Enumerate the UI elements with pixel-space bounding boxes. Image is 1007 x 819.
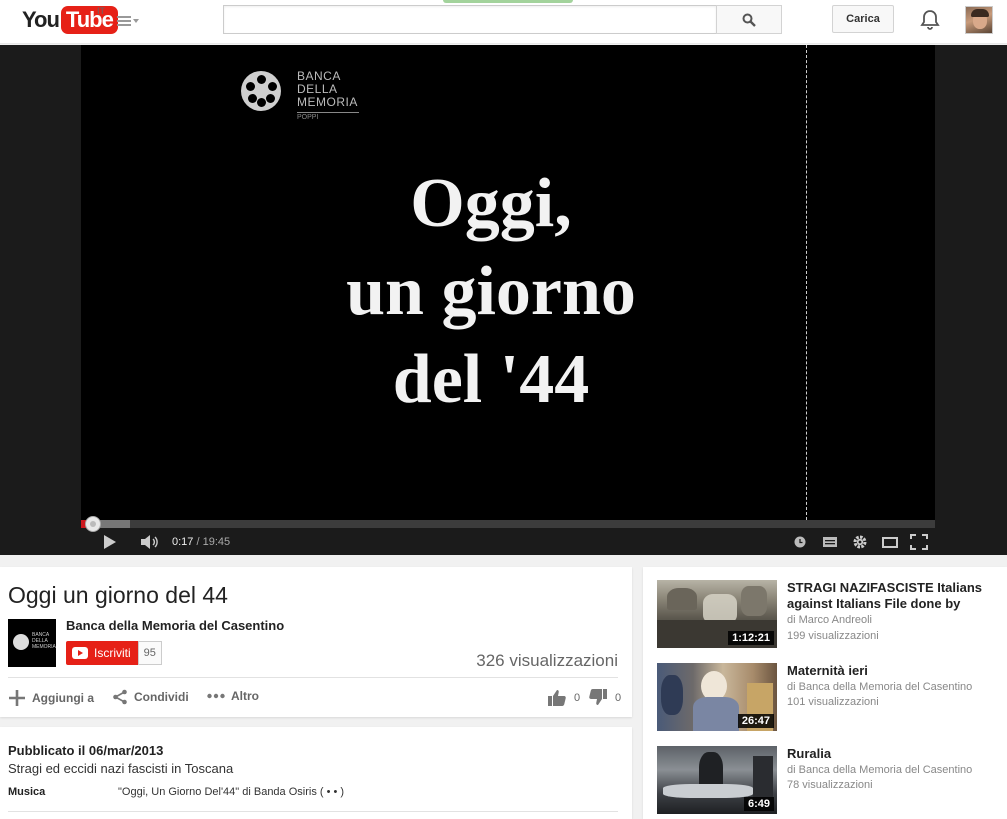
search-button[interactable] (716, 5, 782, 34)
dislike-button[interactable]: 0 (589, 689, 621, 706)
guide-menu-button[interactable] (117, 12, 143, 30)
masthead: You Tube IT Carica (0, 0, 1007, 44)
time-display: 0:17 / 19:45 (172, 536, 230, 548)
related-video-channel: di Banca della Memoria del Casentino (787, 681, 973, 693)
more-dots-icon (207, 693, 225, 699)
settings-button[interactable] (850, 532, 870, 552)
volume-button[interactable] (139, 532, 161, 552)
view-count: 326 visualizzazioni (476, 651, 618, 670)
film-reel-icon (13, 634, 29, 650)
more-button[interactable]: Altro (207, 689, 259, 703)
related-video-title: STRAGI NAZIFASCISTE Italians against Ita… (787, 580, 983, 611)
channel-name-link[interactable]: Banca della Memoria del Casentino (66, 618, 284, 633)
frame-divider-line (806, 45, 807, 520)
logo-tube: Tube (60, 6, 118, 34)
search-input[interactable] (224, 6, 716, 33)
video-frame[interactable]: BANCA DELLA MEMORIA POPPI Oggi, un giorn… (81, 45, 935, 520)
theater-mode-button[interactable] (880, 532, 900, 552)
dislike-count: 0 (615, 691, 622, 704)
thumbs-up-icon (548, 690, 566, 706)
subscriber-count: 95 (137, 641, 162, 665)
logo-text: BANCA DELLA MEMORIA (297, 69, 358, 109)
time-separator: / (193, 536, 203, 548)
related-videos: 1:12:21 STRAGI NAZIFASCISTE Italians aga… (643, 567, 1007, 819)
search-icon (742, 13, 756, 27)
notifications-button[interactable] (918, 8, 942, 32)
plus-icon (9, 690, 25, 706)
related-video-channel: di Banca della Memoria del Casentino (787, 764, 973, 776)
thumbs-down-icon (589, 689, 607, 705)
like-count: 0 (574, 691, 581, 704)
progress-bar[interactable] (81, 516, 935, 532)
logo-you: You (22, 7, 60, 32)
video-thumbnail: 1:12:21 (657, 580, 777, 648)
related-video-title: Ruralia (787, 746, 832, 761)
video-frame-title: Oggi, un giorno del '44 (346, 165, 636, 418)
related-video-item[interactable]: 6:49 Ruralia di Banca della Memoria del … (657, 746, 997, 816)
duration: 19:45 (202, 536, 231, 548)
video-duration: 6:49 (743, 797, 774, 811)
channel-thumb-text: BANCA DELLA MEMORIA (32, 632, 56, 650)
more-label: Altro (231, 689, 259, 703)
video-thumbnail: 6:49 (657, 746, 777, 814)
speaker-icon (141, 535, 158, 549)
video-info-card: Oggi un giorno del 44 BANCA DELLA MEMORI… (0, 567, 632, 717)
video-title: Oggi un giorno del 44 (8, 582, 228, 608)
related-video-item[interactable]: 1:12:21 STRAGI NAZIFASCISTE Italians aga… (657, 580, 997, 650)
video-duration: 26:47 (737, 714, 774, 728)
music-label: Musica (8, 786, 46, 798)
related-video-views: 101 visualizzazioni (787, 696, 879, 708)
upload-button[interactable]: Carica (832, 5, 894, 33)
bell-icon (920, 10, 940, 30)
channel-thumbnail[interactable]: BANCA DELLA MEMORIA (8, 619, 56, 667)
share-button[interactable]: Condividi (112, 689, 189, 705)
hamburger-icon (117, 16, 131, 26)
gear-icon (853, 535, 867, 549)
publish-date: Pubblicato il 06/mar/2013 (8, 743, 164, 758)
related-video-views: 78 visualizzazioni (787, 779, 873, 791)
player-controls: 0:17 / 19:45 (81, 528, 935, 555)
action-bar: Aggiungi a Condividi Altro 0 0 (8, 687, 621, 709)
search-box[interactable] (223, 5, 717, 34)
captions-icon (823, 537, 837, 547)
clock-icon (794, 536, 806, 548)
related-video-title: Maternità ieri (787, 663, 868, 678)
like-button[interactable]: 0 (548, 689, 580, 706)
subscribe-button[interactable]: Iscriviti (66, 641, 138, 665)
watch-later-button[interactable] (791, 532, 809, 552)
logo-subtext: POPPI (297, 112, 359, 121)
related-video-channel: di Marco Andreoli (787, 614, 872, 626)
description-text: Stragi ed eccidi nazi fascisti in Toscan… (8, 761, 234, 776)
add-to-label: Aggiungi a (32, 691, 94, 705)
video-thumbnail: 26:47 (657, 663, 777, 731)
divider (8, 677, 618, 678)
play-button[interactable] (101, 532, 119, 552)
share-label: Condividi (134, 690, 189, 704)
fullscreen-icon (910, 534, 928, 550)
related-video-item[interactable]: 26:47 Maternità ieri di Banca della Memo… (657, 663, 997, 733)
subscribe-label: Iscriviti (94, 646, 131, 660)
fullscreen-button[interactable] (909, 532, 929, 552)
subtitles-button[interactable] (821, 532, 839, 552)
divider (8, 811, 618, 812)
banca-memoria-logo: BANCA DELLA MEMORIA POPPI (241, 67, 371, 127)
play-icon (104, 535, 116, 549)
film-reel-icon (241, 71, 281, 111)
page-load-indicator (443, 0, 573, 3)
subscribe-widget: Iscriviti 95 (66, 641, 162, 665)
description-card: Pubblicato il 06/mar/2013 Stragi ed ecci… (0, 727, 632, 819)
music-value: "Oggi, Un Giorno Del'44" di Banda Osiris… (118, 786, 345, 798)
add-to-button[interactable]: Aggiungi a (8, 689, 94, 707)
share-icon (113, 689, 127, 705)
youtube-play-icon (72, 647, 88, 659)
current-time: 0:17 (172, 536, 194, 548)
avatar-hair (971, 9, 989, 17)
chevron-down-icon (133, 19, 139, 23)
avatar[interactable] (965, 6, 993, 34)
video-duration: 1:12:21 (728, 631, 774, 645)
related-video-views: 199 visualizzazioni (787, 630, 879, 642)
theater-icon (882, 536, 898, 548)
country-code: IT (97, 6, 105, 16)
